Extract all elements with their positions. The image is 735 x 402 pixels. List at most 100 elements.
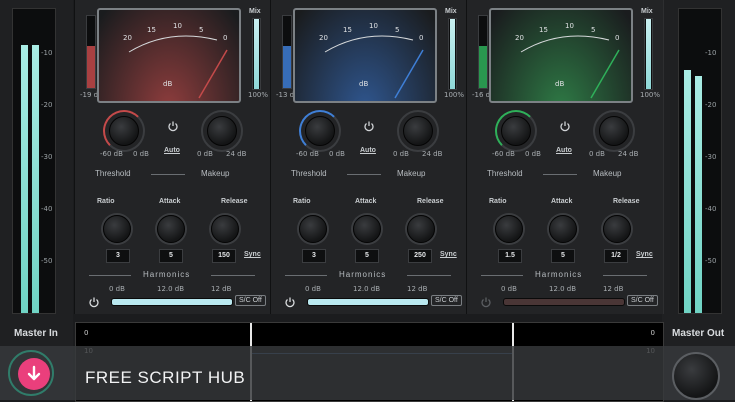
- makeup-label: Makeup: [201, 169, 230, 178]
- vu-label: 0: [615, 34, 620, 42]
- release-label: Release: [417, 198, 444, 205]
- sidechain-button[interactable]: S/C Off: [627, 295, 658, 306]
- threshold-knob[interactable]: [501, 116, 531, 146]
- makeup-max: 24 dB: [422, 150, 443, 158]
- band-1: -19 dB 20 15 10 5 0 dB Mix 100% -60 dB 0…: [74, 0, 272, 314]
- threshold-knob[interactable]: [109, 116, 139, 146]
- mix-slider[interactable]: [644, 18, 653, 90]
- ratio-label: Ratio: [489, 198, 507, 205]
- threshold-knob[interactable]: [305, 116, 335, 146]
- release-knob[interactable]: [603, 215, 631, 243]
- sidechain-button[interactable]: S/C Off: [431, 295, 462, 306]
- sync-button[interactable]: Sync: [636, 251, 653, 258]
- input-meter-fill: [479, 46, 487, 88]
- vu-meter: 20 15 10 5 0 dB: [489, 8, 633, 103]
- release-value[interactable]: 1/2: [604, 249, 628, 263]
- attack-knob[interactable]: [157, 215, 185, 243]
- master-in-panel: -10 -20 -30 -40 -50 Master In: [0, 0, 73, 400]
- attack-value[interactable]: 5: [551, 249, 575, 263]
- harmonics-power-icon[interactable]: [88, 296, 100, 308]
- harmonics-power-icon[interactable]: [284, 296, 296, 308]
- attack-knob[interactable]: [549, 215, 577, 243]
- auto-button[interactable]: Auto: [164, 147, 180, 154]
- auto-button[interactable]: Auto: [556, 147, 572, 154]
- ratio-knob[interactable]: [299, 215, 327, 243]
- harmonics-slider[interactable]: [111, 298, 233, 306]
- release-value[interactable]: 150: [212, 249, 236, 263]
- sidechain-button[interactable]: S/C Off: [235, 295, 266, 306]
- makeup-min: 0 dB: [589, 150, 605, 158]
- ratio-knob[interactable]: [495, 215, 523, 243]
- harmonics-value: 12.0 dB: [157, 285, 185, 293]
- attack-value[interactable]: 5: [159, 249, 183, 263]
- harmonics-slider[interactable]: [307, 298, 429, 306]
- input-meter-fill: [283, 46, 291, 88]
- release-label: Release: [221, 198, 248, 205]
- threshold-min: -60 dB: [492, 150, 515, 158]
- vu-label: 15: [343, 26, 352, 34]
- harmonics-max: 12 dB: [603, 285, 624, 293]
- scale-label: -30: [705, 153, 717, 161]
- harmonics-max: 12 dB: [407, 285, 428, 293]
- threshold-max: 0 dB: [133, 150, 149, 158]
- attack-value[interactable]: 5: [355, 249, 379, 263]
- graph-right-label: 0: [650, 329, 655, 337]
- attack-knob[interactable]: [353, 215, 381, 243]
- vu-unit: dB: [359, 80, 369, 88]
- harmonics-slider[interactable]: [503, 298, 625, 306]
- master-in-bar-right: [32, 45, 39, 313]
- vu-label: 5: [395, 26, 400, 34]
- harmonics-power-icon[interactable]: [480, 296, 492, 308]
- input-meter-fill: [87, 46, 95, 88]
- vu-meter: 20 15 10 5 0 dB: [293, 8, 437, 103]
- scale-label: -20: [41, 101, 53, 109]
- harmonics-min: 0 dB: [501, 285, 517, 293]
- master-out-title: Master Out: [672, 328, 725, 339]
- band-3: -16 dB 20 15 10 5 0 dB Mix 100% -60 dB 0…: [466, 0, 664, 314]
- ratio-knob[interactable]: [103, 215, 131, 243]
- mix-percent: 100%: [248, 91, 269, 99]
- release-knob[interactable]: [211, 215, 239, 243]
- makeup-knob[interactable]: [207, 116, 237, 146]
- ratio-value[interactable]: 3: [302, 249, 326, 263]
- mix-slider-fill: [646, 19, 651, 89]
- makeup-knob[interactable]: [403, 116, 433, 146]
- threshold-min: -60 dB: [100, 150, 123, 158]
- makeup-label: Makeup: [593, 169, 622, 178]
- harmonics-value: 12.0 dB: [353, 285, 381, 293]
- harmonics-min: 0 dB: [109, 285, 125, 293]
- release-knob[interactable]: [407, 215, 435, 243]
- mix-label: Mix: [641, 8, 653, 15]
- threshold-label: Threshold: [95, 169, 131, 178]
- mix-slider[interactable]: [448, 18, 457, 90]
- mix-slider[interactable]: [252, 18, 261, 90]
- divider: [89, 275, 131, 276]
- master-out-knob[interactable]: [672, 352, 720, 400]
- harmonics-label: Harmonics: [143, 270, 191, 279]
- attack-label: Attack: [355, 198, 377, 205]
- vu-label: 0: [223, 34, 228, 42]
- sync-button[interactable]: Sync: [244, 251, 261, 258]
- power-icon[interactable]: [167, 120, 179, 132]
- power-icon[interactable]: [559, 120, 571, 132]
- ratio-value[interactable]: 1.5: [498, 249, 522, 263]
- power-icon[interactable]: [363, 120, 375, 132]
- auto-button[interactable]: Auto: [360, 147, 376, 154]
- makeup-knob[interactable]: [599, 116, 629, 146]
- master-out-bar-left: [684, 69, 691, 313]
- vu-label: 5: [199, 26, 204, 34]
- attack-label: Attack: [159, 198, 181, 205]
- graph-left-label: 0: [84, 329, 89, 337]
- vu-unit: dB: [555, 80, 565, 88]
- threshold-min: -60 dB: [296, 150, 319, 158]
- harmonics-min: 0 dB: [305, 285, 321, 293]
- master-in-knob[interactable]: [8, 350, 54, 396]
- makeup-label: Makeup: [397, 169, 426, 178]
- ratio-value[interactable]: 3: [106, 249, 130, 263]
- vu-meter: 20 15 10 5 0 dB: [97, 8, 241, 103]
- sync-button[interactable]: Sync: [440, 251, 457, 258]
- release-value[interactable]: 250: [408, 249, 432, 263]
- release-label: Release: [613, 198, 640, 205]
- master-out-panel: -10 -20 -30 -40 -50 Master Out: [662, 0, 735, 400]
- scale-label: -20: [705, 101, 717, 109]
